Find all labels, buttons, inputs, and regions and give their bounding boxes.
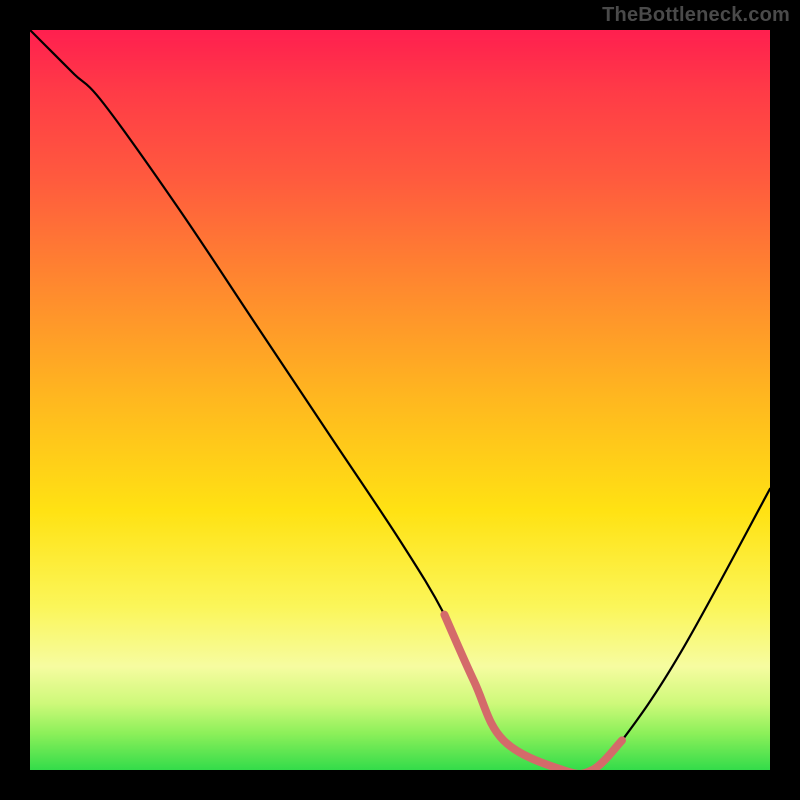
- chart-frame: TheBottleneck.com: [0, 0, 800, 800]
- curve-line: [30, 30, 770, 770]
- chart-overlay: [30, 30, 770, 770]
- watermark-text: TheBottleneck.com: [602, 4, 790, 27]
- highlight-segment: [444, 615, 622, 770]
- plot-area: [30, 30, 770, 770]
